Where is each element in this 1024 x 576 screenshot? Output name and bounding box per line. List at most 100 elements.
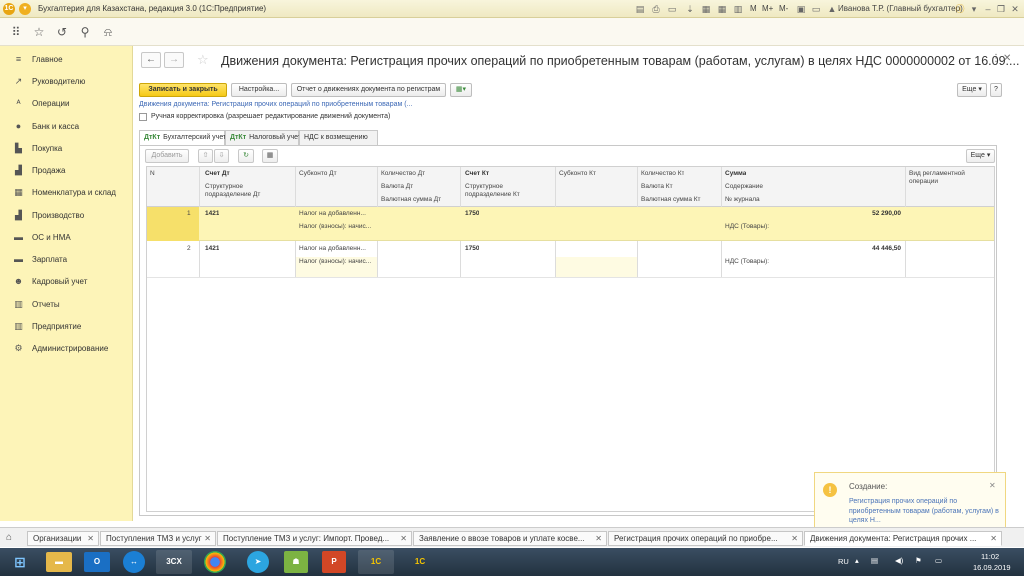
registers-dropdown-button[interactable]: ▦▾: [450, 83, 472, 97]
close-icon[interactable]: ✕: [87, 532, 94, 545]
home-icon[interactable]: ⌂: [6, 532, 12, 543]
row-acc-dt[interactable]: 1421: [205, 210, 219, 217]
sidebar-item-production[interactable]: ▟ Производство: [0, 207, 133, 225]
header-cur-dt[interactable]: Валюта Дт: [381, 183, 413, 190]
android-icon[interactable]: ☗: [284, 551, 308, 573]
row-selector[interactable]: [147, 207, 199, 241]
header-n[interactable]: N: [150, 170, 155, 177]
header-qty-kt[interactable]: Количество Кт: [641, 170, 684, 177]
3cx-icon[interactable]: 3CX: [156, 550, 192, 574]
calendar-icon[interactable]: ▦: [716, 3, 728, 15]
header-content[interactable]: Содержание: [725, 183, 763, 190]
outlook-icon[interactable]: O: [84, 552, 110, 572]
report-button[interactable]: Отчет о движениях документа по регистрам: [291, 83, 446, 97]
header-cursum-kt[interactable]: Валютная сумма Кт: [641, 196, 701, 203]
header-sub-kt[interactable]: Субконто Кт: [559, 170, 596, 177]
sidebar-item-hr[interactable]: ☻ Кадровый учет: [0, 273, 133, 291]
clock-time[interactable]: 11:02: [981, 552, 999, 561]
tab-accounting[interactable]: ДтКт Бухгалтерский учет: [139, 130, 226, 146]
sidebar-item-main[interactable]: ≡ Главное: [0, 51, 133, 69]
powerpoint-icon[interactable]: P: [322, 551, 346, 573]
battery-icon[interactable]: ▭: [935, 556, 942, 565]
sidebar-item-admin[interactable]: ⚙ Администрирование: [0, 340, 133, 358]
user-icon[interactable]: ▲: [826, 3, 838, 15]
1c-icon[interactable]: 1С: [358, 550, 394, 574]
help-button[interactable]: ?: [990, 83, 1002, 97]
move-down-icon[interactable]: ⇩: [214, 149, 229, 163]
row-subconto-2[interactable]: Налог (взносы): начис...: [299, 258, 375, 265]
explorer-icon[interactable]: ▬: [46, 552, 72, 572]
row-content[interactable]: НДС (Товары):: [725, 223, 769, 230]
telegram-icon[interactable]: ➤: [247, 551, 269, 573]
row-subconto-1[interactable]: Налог на добавленн...: [299, 210, 375, 217]
row-content[interactable]: НДС (Товары):: [725, 258, 769, 265]
memory-button[interactable]: M: [750, 4, 757, 13]
close-icon[interactable]: ✕: [204, 532, 211, 545]
open-tab-movements[interactable]: Движения документа: Регистрация прочих .…: [804, 531, 1002, 546]
open-tab-organizations[interactable]: Организации ✕: [27, 531, 99, 546]
move-up-icon[interactable]: ⇧: [198, 149, 213, 163]
tray-arrow-icon[interactable]: ▴: [855, 556, 859, 565]
sidebar-item-assets[interactable]: ▬ ОС и НМА: [0, 229, 133, 247]
row-acc-kt[interactable]: 1750: [465, 245, 479, 252]
sidebar-item-enterprise[interactable]: ▥ Предприятие: [0, 318, 133, 336]
calculator-icon[interactable]: ▣: [795, 3, 807, 15]
link-icon[interactable]: ⇣: [684, 3, 696, 15]
header-acc-kt[interactable]: Счет Кт: [465, 170, 489, 177]
open-tab-registration[interactable]: Регистрация прочих операций по приобре..…: [608, 531, 803, 546]
apps-grid-icon[interactable]: ⠿: [8, 24, 24, 40]
manual-correction-checkbox[interactable]: [139, 113, 147, 121]
row-acc-dt[interactable]: 1421: [205, 245, 219, 252]
minimize-icon[interactable]: –: [982, 3, 994, 15]
notes-icon[interactable]: ▭: [810, 3, 822, 15]
close-icon[interactable]: ✕: [400, 532, 407, 545]
header-sum[interactable]: Сумма: [725, 170, 746, 177]
close-icon[interactable]: ✕: [1009, 3, 1021, 15]
tab-tax[interactable]: ДтКт Налоговый учет: [225, 130, 301, 145]
sidebar-item-salary[interactable]: ▬ Зарплата: [0, 251, 133, 269]
header-sub-dt[interactable]: Субконто Дт: [299, 170, 337, 177]
header-cur-kt[interactable]: Валюта Кт: [641, 183, 673, 190]
notification-link[interactable]: Регистрация прочих операций по приобрете…: [849, 497, 999, 526]
info-icon[interactable]: ⓘ: [954, 3, 966, 15]
refresh-icon[interactable]: ↻: [238, 149, 254, 163]
chrome-icon[interactable]: [204, 551, 226, 573]
teamviewer-icon[interactable]: ↔: [123, 551, 145, 573]
close-icon[interactable]: ✕: [791, 532, 798, 545]
sidebar-item-nomenclature[interactable]: ▦ Номенклатура и склад: [0, 184, 133, 202]
settings-button[interactable]: Настройка...: [231, 83, 287, 97]
flag-icon[interactable]: ⚑: [915, 556, 922, 565]
bell-icon[interactable]: ⍾: [100, 24, 116, 40]
close-icon[interactable]: ✕: [595, 532, 602, 545]
language-indicator[interactable]: RU: [838, 557, 849, 566]
sidebar-item-sale[interactable]: ▟ Продажа: [0, 162, 133, 180]
sidebar-item-purchase[interactable]: ▙ Покупка: [0, 140, 133, 158]
1c-icon-2[interactable]: 1С: [402, 550, 438, 574]
header-div-dt[interactable]: Структурное подразделение Дт: [205, 183, 285, 199]
main-menu-button[interactable]: ▾: [19, 3, 31, 15]
close-icon[interactable]: ✕: [990, 532, 997, 545]
form-close-icon[interactable]: ✕: [1003, 53, 1011, 64]
open-tab-receipt-import[interactable]: Поступление ТМЗ и услуг: Импорт. Провед.…: [217, 531, 412, 546]
row-sum[interactable]: 44 446,50: [847, 245, 901, 252]
preview-icon[interactable]: ▭: [666, 3, 678, 15]
memory-minus-button[interactable]: M-: [779, 4, 788, 13]
more-vert-icon[interactable]: ⋮: [991, 53, 1001, 64]
row-sum[interactable]: 52 290,00: [847, 210, 901, 217]
header-cursum-dt[interactable]: Валютная сумма Дт: [381, 196, 441, 203]
history-icon[interactable]: ↺: [54, 24, 70, 40]
favorite-star-icon[interactable]: ☆: [197, 52, 209, 68]
sidebar-item-bank[interactable]: ● Банк и касса: [0, 118, 133, 136]
print-icon[interactable]: ⎙: [650, 3, 662, 15]
star-icon[interactable]: ☆: [31, 24, 47, 40]
sidebar-item-operations[interactable]: ᴬ Операции: [0, 95, 133, 113]
chevron-down-icon[interactable]: ▾: [968, 3, 980, 15]
more-button[interactable]: Еще ▾: [957, 83, 987, 97]
open-tab-import-declaration[interactable]: Заявление о ввозе товаров и уплате косве…: [413, 531, 607, 546]
document-link[interactable]: Регистрация прочих операций по приобрете…: [212, 101, 413, 108]
table-icon[interactable]: ▥: [732, 3, 744, 15]
save-close-button[interactable]: Записать и закрыть: [139, 83, 227, 97]
row-acc-kt[interactable]: 1750: [465, 210, 479, 217]
start-icon[interactable]: ⊞: [4, 550, 36, 574]
tab-vat-refund[interactable]: НДС к возмещению: [299, 130, 378, 145]
